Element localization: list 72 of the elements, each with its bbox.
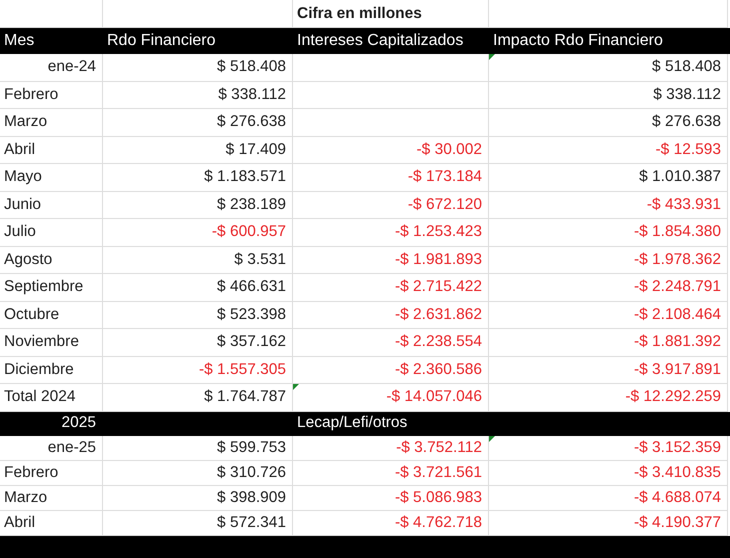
month-cell: Marzo bbox=[4, 488, 48, 506]
table-cell: -$ 1.253.423 bbox=[394, 223, 482, 242]
month-cell: Noviembre bbox=[4, 333, 79, 352]
table-cell: -$ 4.190.377 bbox=[634, 514, 721, 532]
column-header: Mes bbox=[4, 32, 34, 50]
table-cell: $ 398.909 bbox=[217, 488, 286, 506]
table-cell: -$ 2.360.586 bbox=[394, 360, 482, 379]
month-cell: Mayo bbox=[4, 168, 42, 186]
table-cell: $ 572.341 bbox=[217, 514, 286, 532]
table-cell: $ 276.638 bbox=[652, 113, 721, 132]
month-cell: Agosto bbox=[4, 250, 52, 269]
table-cell: -$ 5.086.983 bbox=[394, 488, 482, 506]
table-cell: -$ 14.057.046 bbox=[386, 388, 482, 406]
table-cell: -$ 1.854.380 bbox=[634, 223, 721, 242]
month-cell: Junio bbox=[4, 196, 42, 214]
table-cell: $ 276.638 bbox=[217, 113, 286, 132]
month-cell: Abril bbox=[4, 140, 36, 159]
table-cell: $ 466.631 bbox=[217, 278, 286, 296]
month-cell: ene-24 bbox=[48, 58, 96, 76]
table-cell: -$ 12.292.259 bbox=[625, 388, 721, 406]
table-cell: -$ 2.248.791 bbox=[634, 278, 721, 296]
table-cell: -$ 3.152.359 bbox=[634, 438, 721, 456]
month-cell: Abril bbox=[4, 514, 36, 532]
month-cell: ene-25 bbox=[48, 438, 96, 456]
table-cell: -$ 30.002 bbox=[416, 140, 482, 159]
table-cell: $ 338.112 bbox=[218, 86, 286, 104]
table-cell: -$ 1.978.362 bbox=[634, 250, 721, 269]
column-header: Rdo Financiero bbox=[107, 32, 216, 50]
table-cell: -$ 2.108.464 bbox=[634, 306, 721, 324]
table-cell: -$ 1.881.392 bbox=[634, 333, 721, 352]
table-cell: $ 518.408 bbox=[652, 58, 721, 76]
table-caption: Cifra en millones bbox=[297, 4, 422, 22]
month-cell: Octubre bbox=[4, 306, 60, 324]
table-cell: $ 357.162 bbox=[217, 333, 286, 352]
table-cell: $ 1.183.571 bbox=[204, 168, 286, 186]
table-cell: $ 523.398 bbox=[217, 306, 286, 324]
table-cell: -$ 2.238.554 bbox=[394, 333, 482, 352]
column-header: Impacto Rdo Financiero bbox=[493, 32, 663, 50]
month-cell: Total 2024 bbox=[4, 388, 76, 406]
table-cell: $ 310.726 bbox=[217, 464, 286, 482]
table-cell: $ 338.112 bbox=[653, 86, 721, 104]
month-cell: Julio bbox=[4, 223, 36, 242]
table-cell: -$ 3.917.891 bbox=[634, 360, 721, 379]
table-cell: $ 238.189 bbox=[217, 196, 286, 214]
table-cell: -$ 433.931 bbox=[646, 196, 721, 214]
table-cell: $ 1.010.387 bbox=[639, 168, 721, 186]
table-cell: -$ 3.410.835 bbox=[634, 464, 721, 482]
table-cell: -$ 672.120 bbox=[408, 196, 482, 214]
table-cell: $ 599.753 bbox=[217, 438, 286, 456]
table-cell: $ 518.408 bbox=[217, 58, 286, 76]
column-header: Intereses Capitalizados bbox=[297, 32, 464, 50]
month-cell: Diciembre bbox=[4, 360, 74, 379]
table-cell: -$ 4.762.718 bbox=[394, 514, 482, 532]
table-cell: $ 3.531 bbox=[234, 250, 286, 269]
section-year: 2025 bbox=[62, 414, 96, 432]
table-cell: -$ 173.184 bbox=[408, 168, 482, 186]
month-cell: Marzo bbox=[4, 113, 48, 132]
table-cell: -$ 12.593 bbox=[656, 140, 721, 159]
table-cell: -$ 3.752.112 bbox=[396, 438, 482, 456]
table-cell: -$ 4.688.074 bbox=[634, 488, 721, 506]
month-cell: Febrero bbox=[4, 464, 58, 482]
table-cell: -$ 1.557.305 bbox=[198, 360, 286, 379]
table-cell: -$ 2.631.862 bbox=[394, 306, 482, 324]
table-cell: $ 1.764.787 bbox=[204, 388, 286, 406]
table-cell: -$ 1.981.893 bbox=[394, 250, 482, 269]
table-cell: -$ 2.715.422 bbox=[394, 278, 482, 296]
table-cell: -$ 3.721.561 bbox=[394, 464, 482, 482]
month-cell: Febrero bbox=[4, 86, 58, 104]
table-cell: $ 17.409 bbox=[226, 140, 286, 159]
section-caption: Lecap/Lefi/otros bbox=[297, 414, 408, 432]
month-cell: Septiembre bbox=[4, 278, 84, 296]
table-cell: -$ 600.957 bbox=[212, 223, 286, 242]
